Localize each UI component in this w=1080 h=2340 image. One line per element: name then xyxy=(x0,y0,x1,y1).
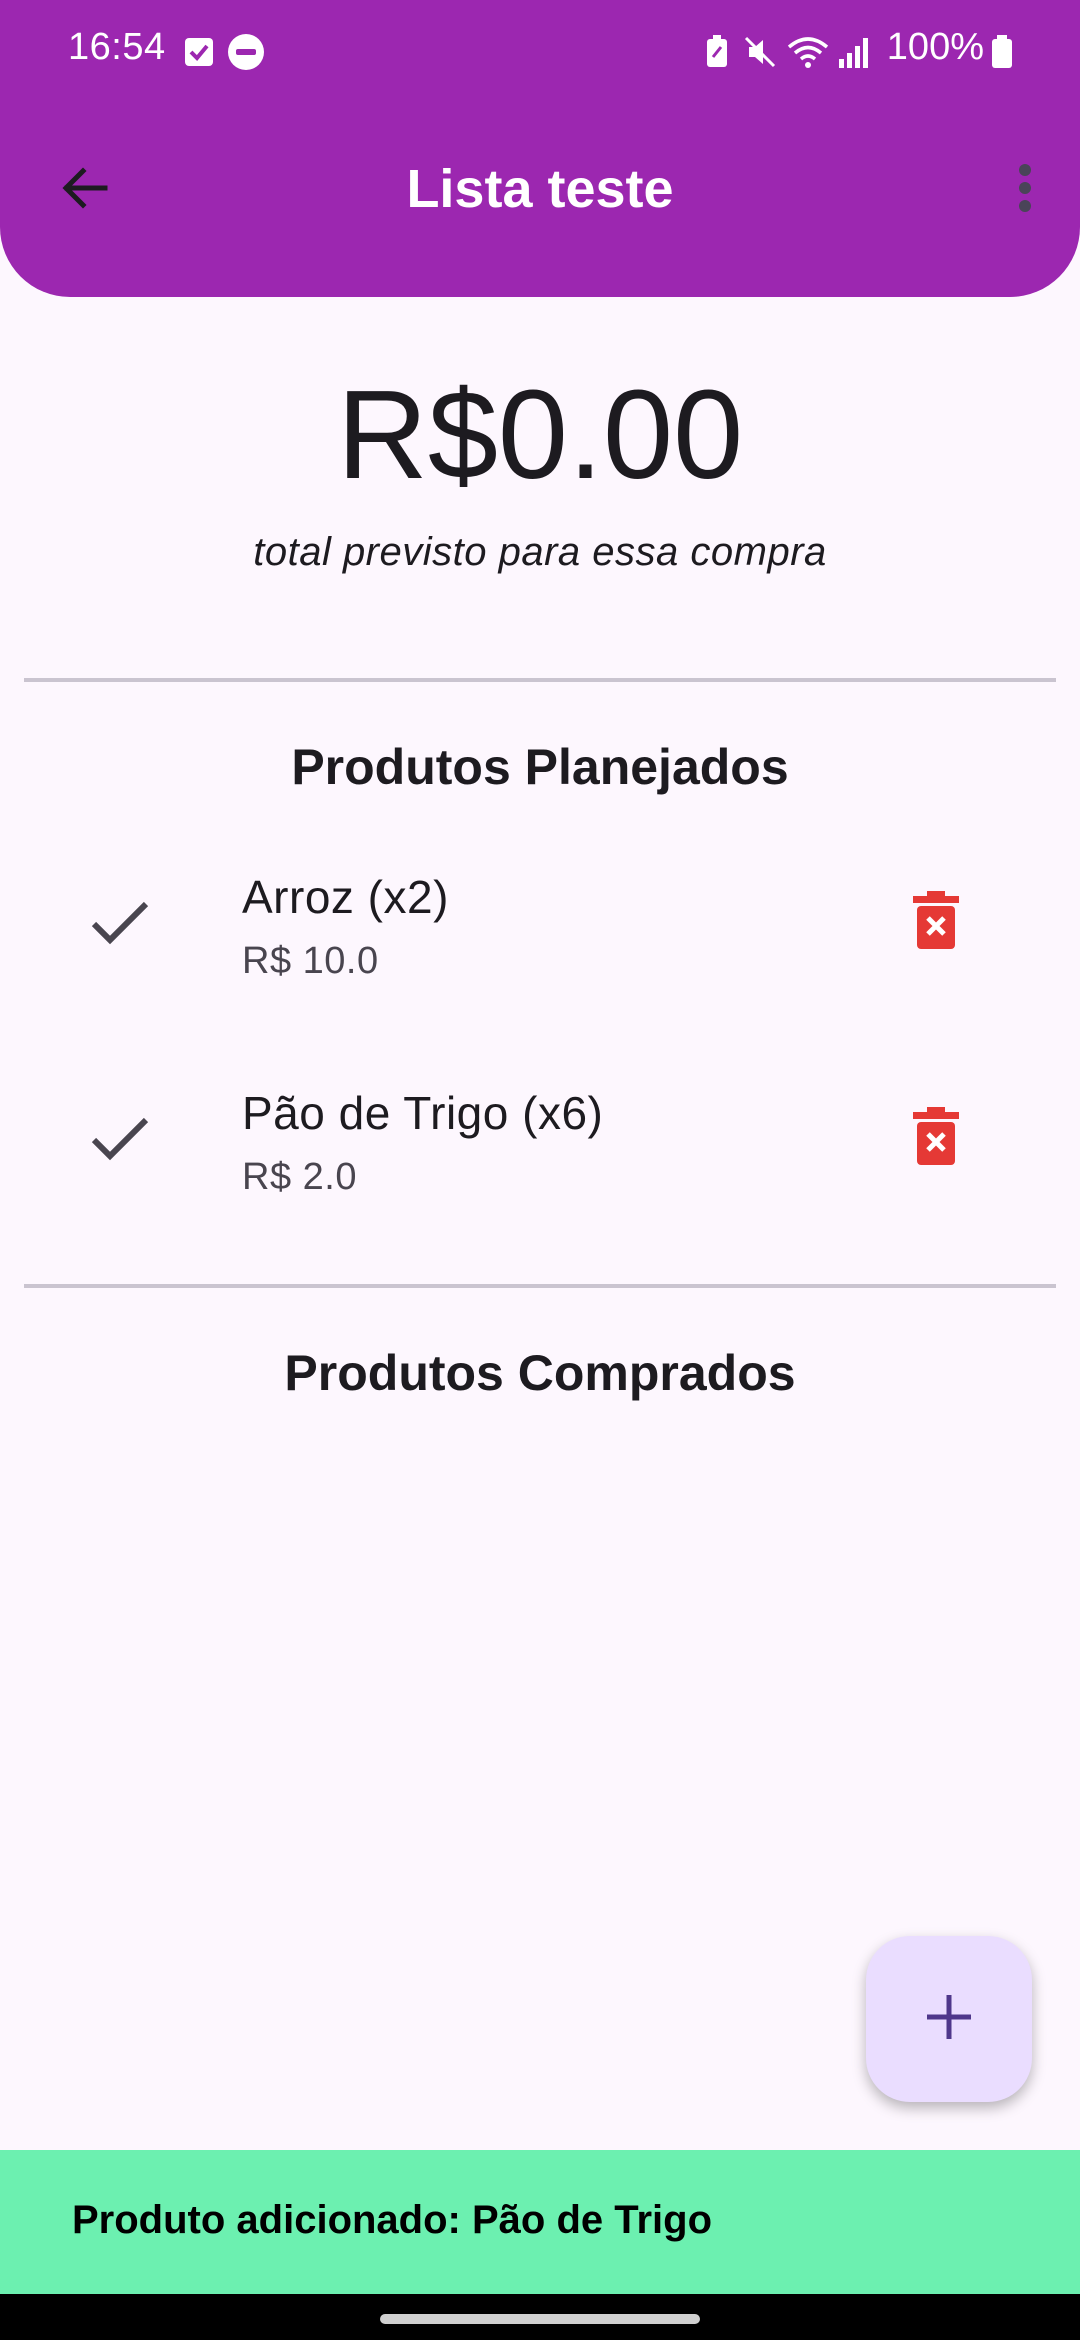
page-title: Lista teste xyxy=(406,159,674,219)
snackbar: Produto adicionado: Pão de Trigo xyxy=(0,2150,1080,2294)
status-time: 16:54 xyxy=(68,26,166,68)
more-options-button[interactable] xyxy=(990,150,1060,230)
battery-saver-icon xyxy=(702,34,732,70)
checkbox-notification-icon xyxy=(183,34,215,70)
delete-item-button[interactable] xyxy=(896,882,976,962)
check-icon xyxy=(90,898,150,951)
mute-icon xyxy=(742,34,778,70)
total-caption: total previsto para essa compra xyxy=(253,530,827,574)
item-name: Pão de Trigo (x6) xyxy=(242,1087,604,1139)
add-icon xyxy=(924,1992,974,2047)
total-amount: R$0.00 xyxy=(336,364,744,505)
wifi-icon xyxy=(786,34,830,70)
mark-purchased-button[interactable] xyxy=(80,884,160,964)
planned-item: Pão de Trigo (x6) R$ 2.0 xyxy=(0,1056,1080,1256)
planned-item: Arroz (x2) R$ 10.0 xyxy=(0,840,1080,1040)
divider xyxy=(24,678,1056,682)
app-bar: 16:54 100% Lista teste xyxy=(0,0,1080,297)
item-price: R$ 10.0 xyxy=(242,940,379,982)
status-bar: 16:54 100% xyxy=(0,0,1080,104)
more-vert-icon xyxy=(1017,162,1033,219)
battery-percent: 100% xyxy=(886,26,984,68)
delete-item-button[interactable] xyxy=(896,1098,976,1178)
item-price: R$ 2.0 xyxy=(242,1156,357,1198)
delete-forever-icon xyxy=(913,1106,959,1170)
planned-section-title: Produtos Planejados xyxy=(291,739,789,795)
delete-forever-icon xyxy=(913,890,959,954)
snackbar-message: Produto adicionado: Pão de Trigo xyxy=(72,2198,713,2242)
item-name: Arroz (x2) xyxy=(242,871,449,923)
do-not-disturb-icon xyxy=(226,34,266,70)
battery-icon xyxy=(988,34,1016,70)
system-navigation-bar xyxy=(0,2294,1080,2340)
add-product-button[interactable] xyxy=(866,1936,1032,2102)
check-icon xyxy=(90,1114,150,1167)
signal-icon xyxy=(836,34,872,70)
divider xyxy=(24,1284,1056,1288)
home-gesture-handle[interactable] xyxy=(380,2314,700,2324)
mark-purchased-button[interactable] xyxy=(80,1100,160,1180)
purchased-section-title: Produtos Comprados xyxy=(284,1345,796,1401)
